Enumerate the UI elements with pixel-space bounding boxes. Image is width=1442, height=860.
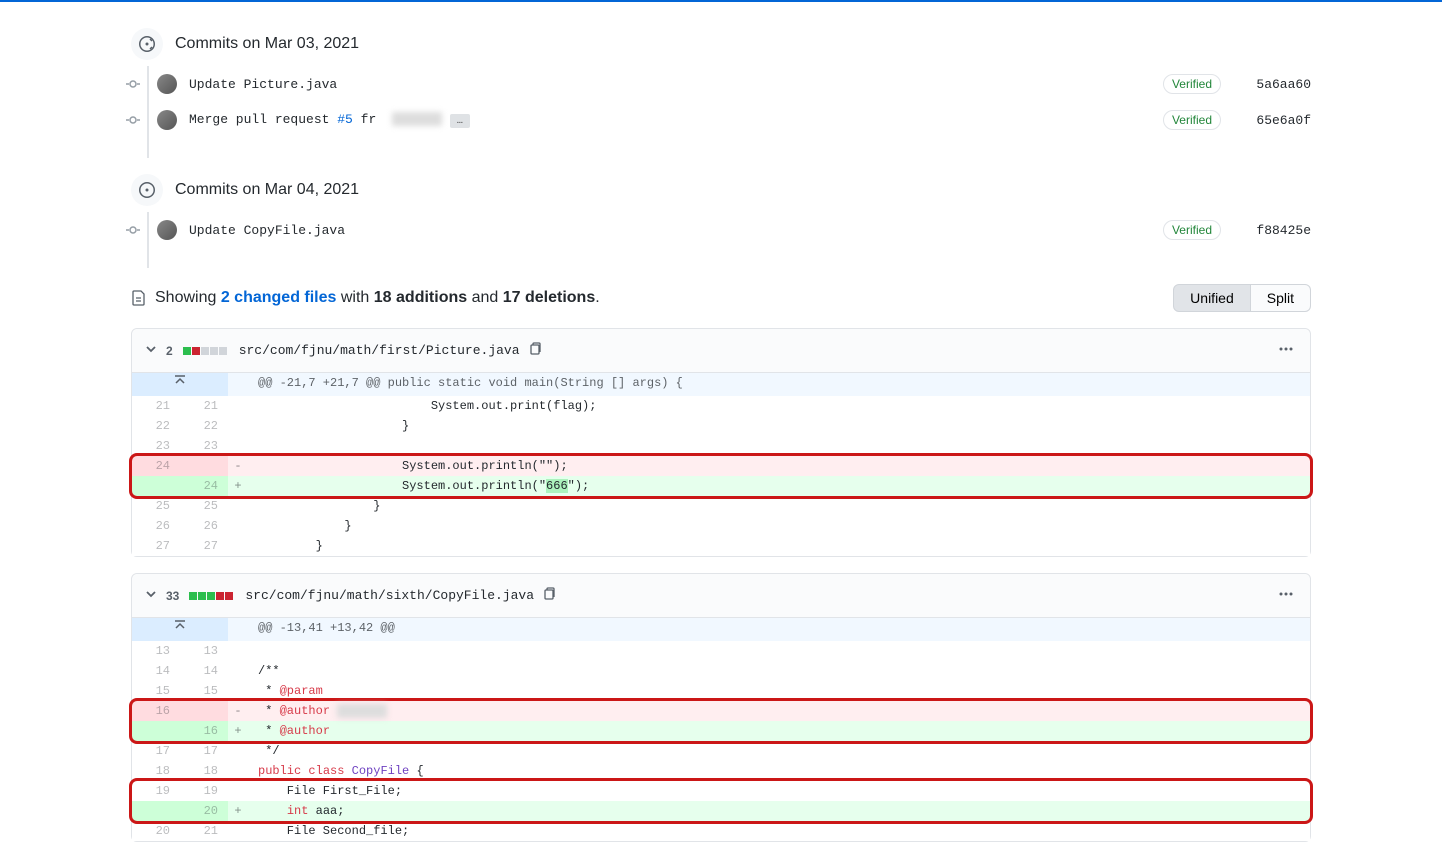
code-line-added: 16+ * @author [132,721,1310,741]
commit-node-icon [125,77,141,91]
code-line: 2525 } [132,496,1310,516]
expand-up-icon[interactable] [172,373,188,396]
changed-files-link[interactable]: 2 changed files [221,289,337,306]
commit-row: Merge pull request #5 fr … Verified 65e6… [125,102,1311,138]
commit-node-icon [125,223,141,237]
split-view-button[interactable]: Split [1251,284,1311,312]
commit-sha[interactable]: 65e6a0f [1241,113,1311,128]
code-line-added: 24+ System.out.println("666"); [132,476,1310,496]
diff-summary: Showing 2 changed files with 18 addition… [131,289,600,307]
commits-icon [131,28,163,60]
avatar[interactable] [157,220,177,240]
file-diff: 2 src/com/fjnu/math/first/Picture.java @… [131,328,1311,557]
verified-badge[interactable]: Verified [1163,74,1221,94]
code-line: 2323 [132,436,1310,456]
code-line: 2727 } [132,536,1310,556]
commit-message[interactable]: Update CopyFile.java [189,223,1163,238]
avatar[interactable] [157,110,177,130]
commit-message[interactable]: Merge pull request #5 fr … [189,112,1163,129]
kebab-menu-icon[interactable] [1274,337,1298,364]
commit-date-header: Commits on Mar 03, 2021 [175,35,359,53]
chevron-down-icon[interactable] [144,587,158,604]
code-line: 2626 } [132,516,1310,536]
commits-icon [131,174,163,206]
code-line: 1818public class CopyFile { [132,761,1310,781]
code-line: 1717 */ [132,741,1310,761]
commit-message[interactable]: Update Picture.java [189,77,1163,92]
code-line-added: 20+ int aaa; [132,801,1310,821]
code-line: 2121 System.out.print(flag); [132,396,1310,416]
code-line: 1414/** [132,661,1310,681]
copy-path-icon[interactable] [528,342,542,359]
unified-view-button[interactable]: Unified [1173,284,1251,312]
commit-date-header: Commits on Mar 04, 2021 [175,181,359,199]
hunk-header: @@ -13,41 +13,42 @@ [132,618,1310,641]
pr-link[interactable]: #5 [337,112,353,127]
expand-up-icon[interactable] [172,618,188,641]
verified-badge[interactable]: Verified [1163,110,1221,130]
code-line: 1313 [132,641,1310,661]
verified-badge[interactable]: Verified [1163,220,1221,240]
file-diff: 33 src/com/fjnu/math/sixth/CopyFile.java… [131,573,1311,842]
code-line: 2021 File Second_file; [132,821,1310,841]
avatar[interactable] [157,74,177,94]
commit-row: Update CopyFile.java Verified f88425e [125,212,1311,248]
diff-stat-icon [189,592,233,600]
kebab-menu-icon[interactable] [1274,582,1298,609]
code-line: 1515 * @param [132,681,1310,701]
file-path[interactable]: src/com/fjnu/math/sixth/CopyFile.java [245,588,534,603]
diff-view-toggle: Unified Split [1173,284,1311,312]
code-line: 2222 } [132,416,1310,436]
code-line: 1919 File First_File; [132,781,1310,801]
file-change-count: 33 [166,589,179,603]
commit-sha[interactable]: f88425e [1241,223,1311,238]
file-change-count: 2 [166,344,173,358]
copy-path-icon[interactable] [542,587,556,604]
file-path[interactable]: src/com/fjnu/math/first/Picture.java [239,343,520,358]
file-diff-icon [131,290,147,306]
chevron-down-icon[interactable] [144,342,158,359]
expand-message-button[interactable]: … [450,114,470,128]
code-line-deleted: 24- System.out.println(""); [132,456,1310,476]
commit-sha[interactable]: 5a6aa60 [1241,77,1311,92]
commit-node-icon [125,113,141,127]
code-line-deleted: 16- * @author [132,701,1310,721]
hunk-header: @@ -21,7 +21,7 @@ public static void mai… [132,373,1310,396]
diff-stat-icon [183,347,227,355]
commit-row: Update Picture.java Verified 5a6aa60 [125,66,1311,102]
